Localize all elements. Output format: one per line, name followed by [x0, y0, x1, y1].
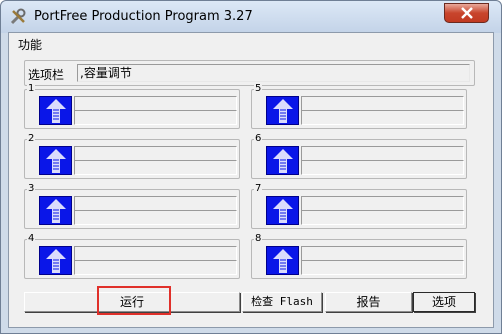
port-number: 1 [27, 83, 36, 95]
port-panel: 3 [24, 183, 240, 229]
port-progress-bar [301, 210, 464, 225]
port-status-bar [74, 146, 237, 161]
menu-item-function[interactable]: 功能 [18, 36, 42, 53]
port-status-bar [301, 146, 464, 161]
client-area: 功能 选项栏 ,容量调节 1 2 3 4 5 6 7 8 运行 检查 Flash… [8, 32, 494, 328]
port-status-bar [301, 96, 464, 111]
port-panel: 7 [251, 183, 467, 229]
port-panel: 8 [251, 233, 467, 279]
port-number: 8 [254, 233, 263, 245]
title-bar[interactable]: PortFree Production Program 3.27 [1, 1, 501, 33]
upload-arrow-icon [266, 96, 299, 125]
port-number: 5 [254, 83, 263, 95]
port-progress-bar [301, 260, 464, 275]
options-button[interactable]: 选项 [413, 292, 475, 312]
port-progress-bar [74, 160, 237, 175]
upload-arrow-icon [266, 246, 299, 275]
upload-arrow-icon [266, 146, 299, 175]
options-label: 选项栏 [28, 68, 65, 82]
port-panel: 4 [24, 233, 240, 279]
close-icon [460, 7, 473, 19]
port-number: 6 [254, 133, 263, 145]
port-status-bar [74, 246, 237, 261]
run-button-highlight [97, 286, 171, 315]
port-panel: 6 [251, 133, 467, 179]
options-field[interactable]: ,容量调节 [77, 64, 470, 82]
upload-arrow-icon [39, 196, 72, 225]
menu-bar: 功能 [9, 33, 493, 53]
port-number: 4 [27, 233, 36, 245]
port-progress-bar [74, 260, 237, 275]
tools-icon [10, 8, 26, 25]
port-status-bar [74, 96, 237, 111]
port-status-bar [74, 196, 237, 211]
upload-arrow-icon [39, 96, 72, 125]
port-progress-bar [74, 110, 237, 125]
port-status-bar [301, 196, 464, 211]
port-number: 7 [254, 183, 263, 195]
check-flash-button[interactable]: 检查 Flash [242, 292, 322, 312]
port-number: 3 [27, 183, 36, 195]
upload-arrow-icon [39, 246, 72, 275]
port-progress-bar [301, 160, 464, 175]
upload-arrow-icon [266, 196, 299, 225]
port-panel: 2 [24, 133, 240, 179]
port-status-bar [301, 246, 464, 261]
options-group: 选项栏 ,容量调节 [24, 60, 475, 86]
report-button[interactable]: 报告 [325, 292, 412, 312]
port-panel: 1 [24, 83, 240, 129]
window-title: PortFree Production Program 3.27 [34, 9, 253, 24]
app-window: PortFree Production Program 3.27 功能 选项栏 … [0, 0, 502, 334]
port-panel: 5 [251, 83, 467, 129]
port-number: 2 [27, 133, 36, 145]
port-progress-bar [74, 210, 237, 225]
upload-arrow-icon [39, 146, 72, 175]
port-progress-bar [301, 110, 464, 125]
close-button[interactable] [444, 3, 489, 23]
